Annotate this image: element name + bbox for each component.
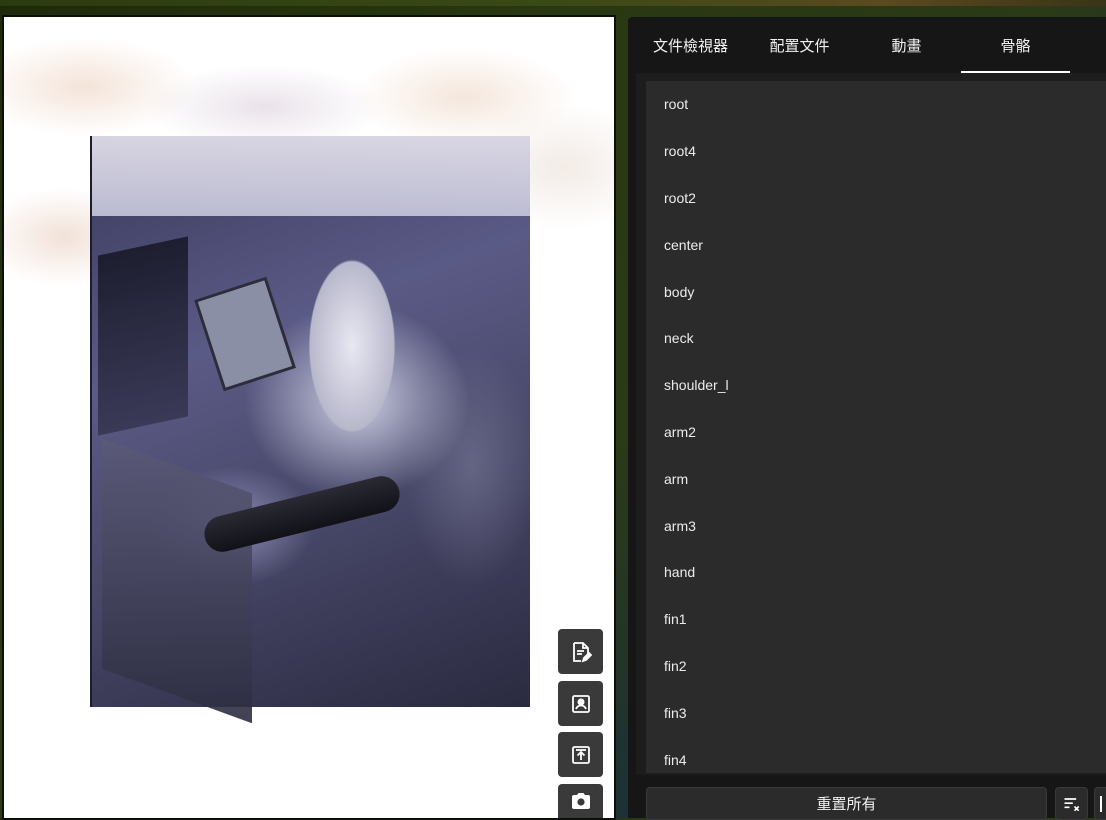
camera-button[interactable] [558,784,603,818]
list-item[interactable]: root4 [646,128,1106,175]
clear-sort-icon [1064,797,1079,811]
list-item[interactable]: center [646,221,1106,268]
preview-canvas[interactable] [4,17,614,818]
bone-label: fin2 [664,657,687,674]
bone-list[interactable]: root root4 root2 center body neck should… [646,81,1106,773]
side-panel: 文件檢視器 配置文件 動畫 骨骼 root root4 root2 center… [628,17,1106,820]
illustration-sky [92,136,530,216]
bone-label: hand [664,564,696,581]
bone-label: center [664,236,703,253]
bone-label: shoulder_l [664,377,729,394]
list-item[interactable]: fin1 [646,596,1106,643]
list-item[interactable]: root2 [646,175,1106,222]
list-item[interactable]: arm [646,455,1106,502]
tab-bones[interactable]: 骨骼 [961,17,1070,73]
bone-actions-bar: 重置所有 [628,777,1106,820]
portrait-button[interactable] [558,681,603,726]
illustration-tablet [194,276,296,392]
illustration-figure [292,226,412,466]
list-item[interactable]: fin3 [646,689,1106,736]
tab-config[interactable]: 配置文件 [745,17,854,73]
bone-label: arm2 [664,423,696,440]
edit-document-icon [572,641,592,662]
tab-label: 動畫 [891,37,922,55]
export-icon [571,745,590,764]
list-item[interactable]: body [646,268,1106,315]
list-item[interactable]: arm2 [646,409,1106,456]
list-item[interactable]: arm3 [646,502,1106,549]
bone-label: arm3 [664,517,696,534]
bone-label: body [664,283,695,300]
tab-label: 配置文件 [769,37,830,55]
illustration-console [102,438,252,724]
clear-sort-button[interactable] [1055,787,1088,820]
portrait-icon [571,694,590,713]
edit-document-button[interactable] [558,629,603,674]
camera-icon [571,793,590,809]
bone-label: root [664,96,689,113]
bone-label: fin1 [664,611,687,628]
bone-label: root2 [664,189,696,206]
list-item[interactable]: fin2 [646,643,1106,690]
bone-list-container: root root4 root2 center body neck should… [636,73,1106,775]
character-illustration [90,136,530,724]
window-top-strip [0,0,1106,6]
list-item[interactable]: hand [646,549,1106,596]
bone-label: fin3 [664,704,687,721]
overflow-button-partial[interactable] [1094,787,1106,820]
list-item[interactable]: neck [646,315,1106,362]
tab-label: 骨骼 [1000,37,1031,55]
tab-label: 文件檢視器 [652,37,728,55]
bone-label: neck [664,330,694,347]
list-item[interactable]: shoulder_l [646,362,1106,409]
tab-animation[interactable]: 動畫 [852,17,961,73]
list-item[interactable]: fin4 [646,736,1106,773]
list-item[interactable]: root [646,81,1106,128]
bone-label: fin4 [664,751,687,768]
export-button[interactable] [558,732,603,777]
reset-all-button[interactable]: 重置所有 [646,787,1047,820]
tab-bar: 文件檢視器 配置文件 動畫 骨骼 [628,17,1106,73]
tab-file-viewer[interactable]: 文件檢視器 [636,17,745,73]
bone-label: arm [664,470,689,487]
illustration-cockpit-panel [98,236,188,436]
reset-all-label: 重置所有 [816,796,877,813]
overflow-icon-partial [1099,795,1102,812]
bone-label: root4 [664,143,696,160]
